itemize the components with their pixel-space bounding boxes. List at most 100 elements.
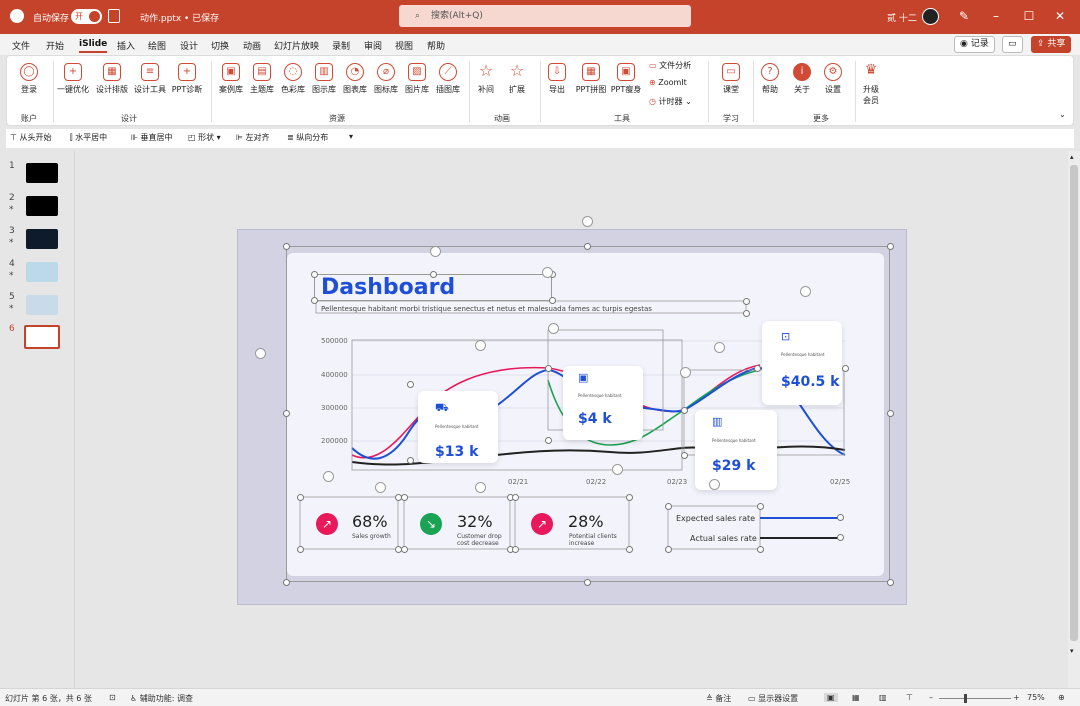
reading-view-icon[interactable]: ▥ [879,693,887,702]
resize-handle[interactable] [549,297,556,304]
display-settings-button[interactable]: ▭ 显示器设置 [748,693,798,704]
resize-handle[interactable] [297,546,304,553]
kpi-percent[interactable]: 68% [352,512,388,531]
resize-handle[interactable] [283,243,290,250]
selection-box [315,300,747,314]
rotate-handle[interactable] [475,482,486,493]
kpi-percent[interactable]: 28% [568,512,604,531]
card-caption: Pellentesque habitant [578,393,622,398]
slideshow-icon[interactable]: ⊤ [906,693,913,702]
card-value: $4 k [578,411,612,427]
resize-handle[interactable] [837,514,844,521]
resize-handle[interactable] [743,298,750,305]
stat-card-lock[interactable]: ⊡ Pellentesque habitant $40.5 k [762,321,842,405]
resize-handle[interactable] [297,494,304,501]
slide-sorter-icon[interactable]: ▦ [852,693,860,702]
resize-handle[interactable] [545,365,552,372]
resize-handle[interactable] [283,579,290,586]
building-icon: ▥ [712,415,723,428]
sales-line-chart[interactable] [0,0,1080,706]
status-bar: 幻灯片 第 6 张，共 6 张 ⊡ ♿ 辅助功能: 调查 ≜ 备注 ▭ 显示器设… [0,688,1080,706]
card-value: $13 k [435,444,479,460]
kpi-caption[interactable]: Potential clients increase [569,533,619,547]
card-caption: Pellentesque habitant [435,424,479,429]
resize-handle[interactable] [407,381,414,388]
resize-handle[interactable] [837,534,844,541]
notes-icon: ≜ [706,694,716,703]
resize-handle[interactable] [681,452,688,459]
resize-handle[interactable] [407,457,414,464]
zoom-out-button[interactable]: – [929,693,933,702]
rotate-handle[interactable] [800,286,811,297]
rotate-handle[interactable] [375,482,386,493]
kpi-caption[interactable]: Sales growth [352,533,391,540]
resize-handle[interactable] [887,410,894,417]
slide-counter: 幻灯片 第 6 张，共 6 张 [5,694,92,703]
legend-actual[interactable]: Actual sales rate [690,534,757,543]
resize-handle[interactable] [754,365,761,372]
card-caption: Pellentesque habitant [712,438,756,443]
resize-handle[interactable] [401,494,408,501]
resize-handle[interactable] [584,243,591,250]
card-caption: Pellentesque habitant [781,352,825,357]
rotate-handle[interactable] [475,340,486,351]
resize-handle[interactable] [512,546,519,553]
resize-handle[interactable] [681,407,688,414]
rotate-handle[interactable] [680,367,691,378]
notes-button[interactable]: ≜ 备注 [706,693,731,704]
arrow-up-right-icon[interactable]: ↗ [531,513,553,535]
zoom-level[interactable]: 75% [1027,693,1045,702]
rotate-handle[interactable] [430,246,441,257]
resize-handle[interactable] [665,503,672,510]
resize-handle[interactable] [757,546,764,553]
display-icon: ▭ [748,694,759,703]
resize-handle[interactable] [887,579,894,586]
arrow-up-right-icon[interactable]: ↗ [316,513,338,535]
rotate-handle[interactable] [548,323,559,334]
kpi-caption[interactable]: Customer drop cost decrease [457,533,512,547]
resize-handle[interactable] [757,503,764,510]
lock-icon: ⊡ [781,330,791,343]
spellcheck-icon[interactable]: ⊡ [109,693,116,702]
accessibility-status[interactable]: ♿ 辅助功能: 调查 [130,693,193,704]
kpi-percent[interactable]: 32% [457,512,493,531]
resize-handle[interactable] [311,271,318,278]
powerpoint-window: 自动保存 开 动作.pptx • 已保存 ⌕ 搜索(Alt+Q) 贰 十二 ✎ … [0,0,1080,706]
resize-handle[interactable] [842,365,849,372]
cart-icon: ⛟ [435,401,449,414]
card-value: $29 k [712,458,756,474]
stat-card-cart[interactable]: ⛟ Pellentesque habitant $13 k [418,391,498,463]
rotate-handle[interactable] [582,216,593,227]
resize-handle[interactable] [311,297,318,304]
zoom-in-button[interactable]: + [1013,693,1020,702]
resize-handle[interactable] [887,243,894,250]
rotate-handle[interactable] [714,342,725,353]
resize-handle[interactable] [743,310,750,317]
rotate-handle[interactable] [255,348,266,359]
stat-card-building[interactable]: ▥ Pellentesque habitant $29 k [695,410,777,490]
arrow-down-right-icon[interactable]: ↘ [420,513,442,535]
resize-handle[interactable] [512,494,519,501]
resize-handle[interactable] [584,579,591,586]
zoom-slider-thumb[interactable] [964,694,967,703]
resize-handle[interactable] [430,271,437,278]
fit-to-window-icon[interactable]: ⊕ [1058,693,1065,702]
rotate-handle[interactable] [542,267,553,278]
briefcase-icon: ▣ [578,371,589,384]
resize-handle[interactable] [401,546,408,553]
resize-handle[interactable] [283,410,290,417]
rotate-handle[interactable] [709,479,720,490]
stat-card-briefcase[interactable]: ▣ Pellentesque habitant $4 k [563,366,643,440]
legend-expected[interactable]: Expected sales rate [676,514,755,523]
rotate-handle[interactable] [612,464,623,475]
accessibility-icon: ♿ [130,694,140,703]
normal-view-icon[interactable]: ▣ [824,693,838,702]
resize-handle[interactable] [626,494,633,501]
resize-handle[interactable] [545,437,552,444]
resize-handle[interactable] [626,546,633,553]
legend-line-expected [760,517,840,519]
legend-line-actual [760,537,840,539]
resize-handle[interactable] [665,546,672,553]
zoom-slider[interactable] [939,694,1011,703]
rotate-handle[interactable] [323,471,334,482]
